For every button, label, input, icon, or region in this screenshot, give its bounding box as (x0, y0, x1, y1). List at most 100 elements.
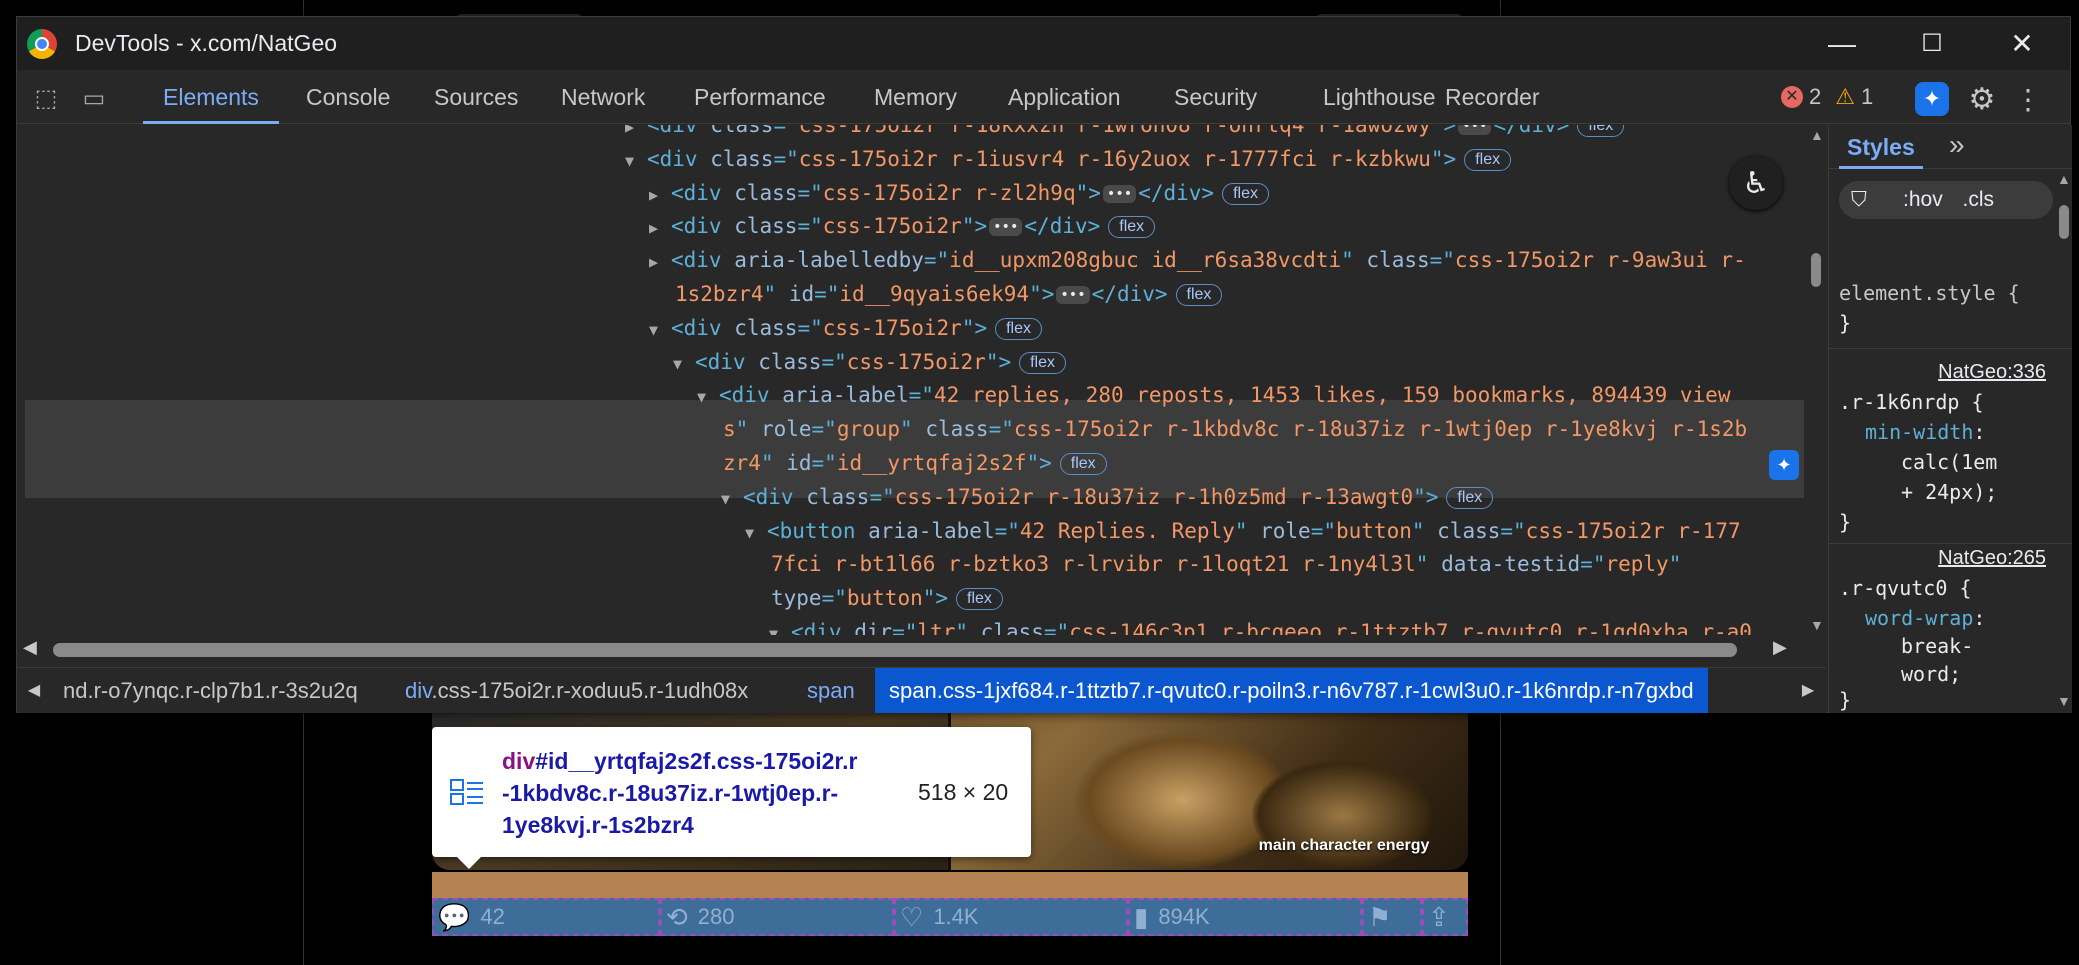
device-toolbar-icon[interactable]: ▭ (79, 83, 109, 113)
scroll-down-icon[interactable]: ▼ (2057, 693, 2071, 709)
gear-icon[interactable]: ⚙ (1965, 82, 1999, 116)
expand-triangle-icon[interactable]: ▶ (649, 179, 671, 211)
expand-triangle-icon[interactable]: ▶ (649, 212, 671, 244)
expand-ellipsis-button[interactable]: ••• (1458, 125, 1492, 135)
flex-badge[interactable]: flex (1464, 148, 1512, 171)
tab-performance[interactable]: Performance (694, 70, 826, 124)
flex-badge[interactable]: flex (1175, 284, 1223, 306)
collapse-triangle-icon[interactable]: ▼ (649, 314, 671, 346)
rule-source-link[interactable]: NatGeo:265 (1938, 547, 2046, 570)
expand-ellipsis-button[interactable]: ••• (989, 218, 1023, 237)
scroll-up-icon[interactable]: ▲ (2057, 171, 2071, 187)
collapse-triangle-icon[interactable]: ▼ (697, 381, 719, 413)
scroll-thumb[interactable] (2059, 205, 2069, 239)
breadcrumb-item[interactable]: span.css-1jxf684.r-1ttztb7.r-qvutc0.r-po… (875, 668, 1708, 713)
property-value[interactable]: calc(1em (1901, 447, 1997, 477)
dom-node-line[interactable]: ▼ <div aria-label="42 replies, 280 repost… (697, 379, 1730, 411)
maximize-button[interactable]: ☐ (1887, 17, 1977, 70)
more-tabs-icon[interactable]: » (1949, 125, 1965, 165)
more-options-icon[interactable]: ⋮ (2011, 82, 2045, 116)
dom-node-line[interactable]: ▶ <div class="css-175oi2r r-zl2h9q"> ••• </… (649, 177, 1269, 209)
collapse-triangle-icon[interactable]: ▼ (745, 517, 767, 549)
cls-toggle[interactable]: .cls (1963, 188, 1995, 211)
bookmark-button[interactable]: ⚑ (1362, 898, 1422, 936)
dom-node-line[interactable]: s" role="group" class="css-175oi2r r-1kb… (723, 413, 1747, 445)
rule-property[interactable]: word-wrap: (1865, 603, 1985, 633)
rule-selector[interactable]: .r-1k6nrdp { (1839, 387, 1984, 417)
dom-node-line[interactable]: ▼ <button aria-label="42 Replies. Reply" … (745, 515, 1741, 547)
collapse-triangle-icon[interactable]: ▼ (721, 483, 743, 515)
dom-node-line[interactable]: ▼ <div class="css-175oi2r"> flex (673, 346, 1067, 380)
expand-triangle-icon[interactable]: ▶ (625, 125, 647, 143)
dom-node-line[interactable]: 1s2bzr4" id="id__9qyais6ek94"> ••• </div> f… (675, 278, 1223, 310)
hov-toggle[interactable]: :hov (1903, 188, 1943, 211)
reply-button[interactable]: 💬 42 (432, 898, 660, 936)
accessibility-icon[interactable]: ♿ (1729, 156, 1783, 210)
flex-badge[interactable]: flex (1577, 125, 1625, 137)
breadcrumb-item[interactable]: nd.r-o7ynqc.r-clp7b1.r-3s2u2q (63, 668, 358, 713)
tab-application[interactable]: Application (1008, 70, 1121, 124)
dom-node-line[interactable]: ▶ <div class="css-175oi2r r-18kxxzh r-1wr… (625, 125, 1625, 143)
collapse-triangle-icon[interactable]: ▼ (625, 145, 647, 177)
dom-node-line[interactable]: ▼ <div class="css-175oi2r"> flex (649, 312, 1043, 346)
property-value[interactable]: word; (1901, 659, 1961, 689)
rule-property[interactable]: min-width: (1865, 417, 1985, 447)
flex-badge[interactable]: flex (1108, 216, 1156, 239)
expand-ellipsis-button[interactable]: ••• (1102, 184, 1137, 203)
elements-horizontal-scrollbar[interactable]: ◀ ▶ (17, 635, 1826, 663)
tab-security[interactable]: Security (1174, 70, 1257, 124)
close-button[interactable]: ✕ (1977, 17, 2067, 70)
tab-memory[interactable]: Memory (874, 70, 957, 124)
scroll-left-icon[interactable]: ◀ (23, 637, 37, 658)
flex-badge[interactable]: flex (1059, 453, 1107, 475)
expand-ellipsis-button[interactable]: ••• (1056, 286, 1090, 304)
dom-node-line[interactable]: ▶ <div class="css-175oi2r"> ••• </div> flex (649, 210, 1156, 244)
flex-badge[interactable]: flex (1446, 486, 1494, 509)
scroll-right-icon[interactable]: ▶ (1773, 637, 1787, 658)
dom-node-line[interactable]: zr4" id="id__yrtqfaj2s2f"> flex (723, 447, 1107, 479)
styles-filter[interactable]: ⛉ :hov .cls (1839, 181, 2053, 219)
tab-elements[interactable]: Elements (143, 70, 279, 124)
collapse-triangle-icon[interactable]: ▼ (769, 618, 791, 635)
scroll-thumb[interactable] (1811, 253, 1821, 287)
dom-node-line[interactable]: ▶ <div aria-labelledby="id__upxm208gbuc i… (649, 244, 1746, 276)
element-style-selector[interactable]: element.style { (1839, 278, 2020, 308)
views-button[interactable]: ▮ 894K (1128, 898, 1362, 936)
expand-triangle-icon[interactable]: ▶ (649, 246, 671, 278)
scroll-up-icon[interactable]: ▲ (1810, 127, 1824, 143)
breadcrumb-right-icon[interactable]: ▶ (1791, 668, 1825, 713)
flex-badge[interactable]: flex (1019, 351, 1067, 374)
breadcrumb-item[interactable]: span (807, 668, 855, 713)
flex-badge[interactable]: flex (995, 317, 1043, 340)
breadcrumb-item[interactable]: div.css-175oi2r.r-xoduu5.r-1udh08x (405, 668, 748, 713)
like-button[interactable]: ♡ 1.4K (894, 898, 1128, 936)
dom-node-line[interactable]: type="button"> flex (771, 582, 1003, 614)
elements-tree[interactable]: ▶ <div class="css-175oi2r r-18kxxzh r-1wr… (17, 125, 1826, 635)
share-button[interactable]: ⇪ (1422, 898, 1468, 936)
flex-badge[interactable]: flex (1222, 182, 1269, 205)
ai-assistant-icon[interactable]: ✦ (1915, 82, 1949, 116)
tab-lighthouse[interactable]: Lighthouse (1323, 70, 1436, 124)
styles-scrollbar[interactable]: ▲ ▼ (2055, 169, 2072, 713)
dom-node-line[interactable]: ▼ <div class="css-175oi2r r-18u37iz r-1h0… (721, 481, 1494, 515)
issue-counts[interactable]: ✕ 2 ⚠ 1 (1781, 82, 1873, 112)
hscroll-thumb[interactable] (53, 643, 1737, 657)
tab-sources[interactable]: Sources (434, 70, 518, 124)
tab-recorder[interactable]: Recorder (1445, 70, 1540, 124)
dom-node-line[interactable]: ▼ <div class="css-175oi2r r-1iusvr4 r-16y… (625, 143, 1512, 177)
scroll-down-icon[interactable]: ▼ (1810, 617, 1824, 633)
dom-node-line[interactable]: 7fci r-bt1l66 r-bztko3 r-lrvibr r-1loqt2… (771, 548, 1681, 580)
tab-network[interactable]: Network (561, 70, 645, 124)
tab-console[interactable]: Console (306, 70, 390, 124)
flex-badge[interactable]: flex (956, 588, 1003, 611)
rule-source-link[interactable]: NatGeo:336 (1938, 361, 2046, 384)
ai-chat-icon[interactable]: ✦ (1769, 450, 1799, 480)
repost-button[interactable]: ⟲ 280 (660, 898, 894, 936)
inspect-element-icon[interactable]: ⬚ (31, 83, 61, 113)
dom-node-line[interactable]: ▼ <div dir="ltr" class="css-146c3p1 r-bcq… (769, 616, 1752, 635)
collapse-triangle-icon[interactable]: ▼ (673, 348, 695, 380)
breadcrumb-left-icon[interactable]: ◀ (17, 668, 51, 713)
property-value[interactable]: + 24px); (1901, 477, 1997, 507)
elements-vertical-scrollbar[interactable]: ▲ ▼ (1806, 125, 1826, 635)
property-value[interactable]: break- (1901, 631, 1973, 661)
